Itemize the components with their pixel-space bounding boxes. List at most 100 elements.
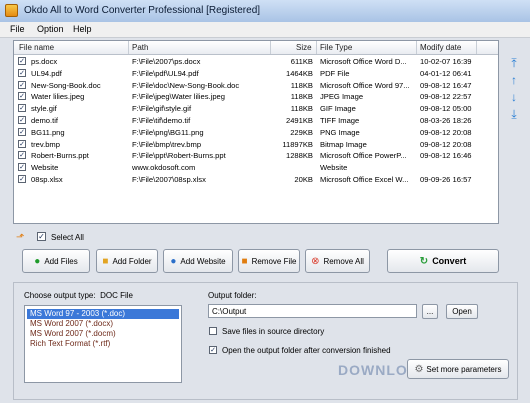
output-type-option[interactable]: MS Word 2007 (*.docx) <box>27 319 179 329</box>
cell-date: 09-08-12 16:46 <box>420 151 472 161</box>
output-type-option[interactable]: MS Word 2007 (*.docm) <box>27 329 179 339</box>
cell-size: 11897KB <box>282 139 313 149</box>
row-checkbox[interactable]: ✓ <box>18 139 26 148</box>
main-window: Okdo All to Word Converter Professional … <box>0 0 530 403</box>
remove-file-icon: ■ <box>241 255 248 267</box>
add-icon: ● <box>34 255 41 267</box>
cell-type: PDF File <box>320 68 350 78</box>
cell-path: F:\File\gif\style.gif <box>132 104 192 114</box>
cell-type: Microsoft Office Excel W... <box>320 175 409 184</box>
cell-size: 611KB <box>290 57 313 66</box>
file-table[interactable]: File name Path Size File Type Modify dat… <box>13 40 499 224</box>
open-after-checkbox[interactable]: ✓ <box>209 346 217 354</box>
output-type-option[interactable]: MS Word 97 - 2003 (*.doc) <box>27 309 179 319</box>
set-more-parameters-button[interactable]: ⚙ Set more parameters <box>407 359 509 379</box>
cell-path: F:\File\doc\New-Song-Book.doc <box>132 80 240 90</box>
row-checkbox[interactable]: ✓ <box>18 116 26 124</box>
open-button[interactable]: Open <box>446 304 478 319</box>
select-all-label: Select All <box>51 233 84 242</box>
browse-button[interactable]: ... <box>422 304 438 319</box>
menu-file[interactable]: File <box>10 24 25 34</box>
cell-date: 04-01-12 06:41 <box>420 68 472 78</box>
menu-option[interactable]: Option <box>37 24 64 34</box>
row-checkbox[interactable]: ✓ <box>18 151 26 160</box>
cell-type: JPEG Image <box>320 92 364 102</box>
move-up-icon[interactable]: ↑ <box>508 74 520 86</box>
cell-size: 2491KB <box>285 116 313 125</box>
cell-path: F:\File\ppt\Robert-Burns.ppt <box>132 151 226 161</box>
row-checkbox[interactable]: ✓ <box>18 92 26 101</box>
col-file-type[interactable]: File Type <box>320 43 352 52</box>
add-folder-button[interactable]: ■ Add Folder <box>96 249 158 273</box>
cell-path: F:\File\tif\demo.tif <box>132 116 191 125</box>
output-type-list[interactable]: MS Word 97 - 2003 (*.doc) MS Word 2007 (*… <box>24 305 182 383</box>
col-path[interactable]: Path <box>132 43 148 52</box>
cell-type: Microsoft Office Word 97... <box>320 80 410 90</box>
remove-all-icon: ⊗ <box>311 255 320 267</box>
cell-path: F:\File\bmp\trev.bmp <box>132 139 202 149</box>
move-down-icon[interactable]: ↓ <box>508 91 520 103</box>
cell-path: F:\File\2007\ps.docx <box>132 57 201 66</box>
table-row[interactable]: ✓ demo.tif F:\File\tif\demo.tif 2491KB TIFF … <box>14 115 498 127</box>
table-row[interactable]: ✓ trev.bmp F:\File\bmp\trev.bmp 11897KB Bitm… <box>14 139 498 151</box>
row-checkbox[interactable]: ✓ <box>18 68 26 77</box>
row-checkbox[interactable]: ✓ <box>18 175 26 183</box>
table-row[interactable]: ✓ UL94.pdf F:\File\pdf\UL94.pdf 1464KB PDF F… <box>14 68 498 80</box>
cell-size: 118KB <box>290 80 313 90</box>
table-row[interactable]: ✓ 08sp.xlsx F:\File\2007\08sp.xlsx 20KB Micr… <box>14 174 498 186</box>
table-row[interactable]: ✓ Water lilies.jpeg F:\File\jpeg\Water lil… <box>14 91 498 103</box>
cell-type: Microsoft Office PowerP... <box>320 151 407 161</box>
row-checkbox[interactable]: ✓ <box>18 127 26 136</box>
cell-name: 08sp.xlsx <box>31 175 63 184</box>
table-row[interactable]: ✓ Website www.okdosoft.com Website <box>14 162 498 174</box>
menu-help[interactable]: Help <box>73 24 92 34</box>
move-top-icon[interactable]: ⤒ <box>508 57 520 69</box>
col-file-name[interactable]: File name <box>19 43 54 52</box>
cell-type: PNG Image <box>320 127 360 137</box>
move-bottom-icon[interactable]: ⤓ <box>508 108 520 120</box>
table-row[interactable]: ✓ Robert-Burns.ppt F:\File\ppt\Robert-Burn… <box>14 150 498 162</box>
cell-name: ps.docx <box>31 57 58 66</box>
select-all-checkbox[interactable]: ✓ <box>37 232 46 241</box>
row-checkbox[interactable]: ✓ <box>18 57 26 65</box>
add-files-button[interactable]: ● Add Files <box>22 249 90 273</box>
output-folder-label: Output folder: <box>208 291 257 300</box>
cell-name: style.gif <box>31 104 57 114</box>
save-in-source-checkbox[interactable] <box>209 327 217 335</box>
output-type-option[interactable]: Rich Text Format (*.rtf) <box>27 339 179 349</box>
up-folder-icon[interactable]: ⬏ <box>16 232 24 243</box>
menu-bar: File Option Help <box>0 22 530 38</box>
cell-path: F:\File\pdf\UL94.pdf <box>132 68 199 78</box>
table-row[interactable]: ✓ New-Song-Book.doc F:\File\doc\New-Song-B… <box>14 80 498 92</box>
table-row[interactable]: ✓ BG11.png F:\File\png\BG11.png 229KB PNG Im… <box>14 127 498 139</box>
cell-date: 09-08-12 16:47 <box>420 80 472 90</box>
cell-path: F:\File\2007\08sp.xlsx <box>132 175 206 184</box>
row-checkbox[interactable]: ✓ <box>18 80 26 89</box>
cell-date: 09-08-12 20:08 <box>420 127 472 137</box>
cell-date: 09-08-12 05:00 <box>420 104 472 114</box>
convert-icon: ↻ <box>419 255 429 267</box>
table-row[interactable]: ✓ ps.docx F:\File\2007\ps.docx 611KB Microso… <box>14 56 498 68</box>
cell-type: TIFF Image <box>320 116 360 125</box>
cell-name: Water lilies.jpeg <box>31 92 85 102</box>
convert-button[interactable]: ↻ Convert <box>387 249 499 273</box>
add-website-button[interactable]: ● Add Website <box>163 249 233 273</box>
cell-name: UL94.pdf <box>31 68 62 78</box>
window-title: Okdo All to Word Converter Professional … <box>24 5 261 16</box>
cell-path: F:\File\png\BG11.png <box>132 127 204 137</box>
table-row[interactable]: ✓ style.gif F:\File\gif\style.gif 118KB GIF … <box>14 103 498 115</box>
app-icon <box>5 4 18 17</box>
cell-name: trev.bmp <box>31 139 60 149</box>
title-bar: Okdo All to Word Converter Professional … <box>0 0 530 23</box>
row-checkbox[interactable]: ✓ <box>18 104 26 113</box>
col-size[interactable]: Size <box>296 43 312 52</box>
cell-type: Bitmap Image <box>320 139 367 149</box>
remove-all-button[interactable]: ⊗ Remove All <box>305 249 370 273</box>
remove-file-button[interactable]: ■ Remove File <box>238 249 300 273</box>
cell-size: 1464KB <box>285 68 313 78</box>
output-folder-input[interactable] <box>208 304 417 318</box>
col-modify-date[interactable]: Modify date <box>420 43 461 52</box>
row-checkbox[interactable]: ✓ <box>18 163 26 172</box>
folder-icon: ■ <box>102 255 109 267</box>
cell-size: 229KB <box>290 127 313 137</box>
